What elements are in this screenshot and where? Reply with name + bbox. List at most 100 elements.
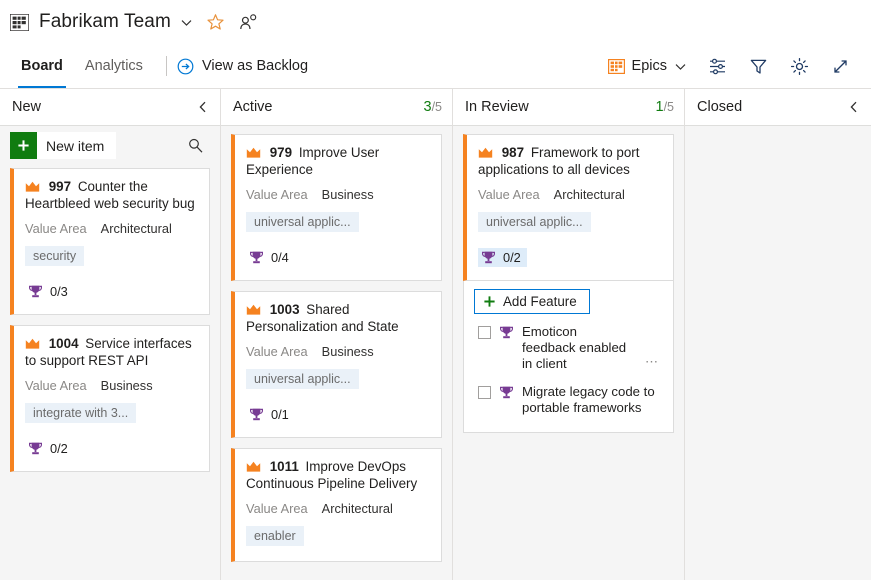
tab-analytics[interactable]: Analytics	[74, 44, 154, 88]
child-feature-title: Emoticon feedback enabled in client	[522, 324, 633, 372]
filter-button[interactable]	[738, 44, 779, 88]
child-items-count-label: 0/3	[50, 284, 68, 299]
child-features-panel: Add Feature Emoticon feedback enabled in…	[463, 281, 674, 433]
child-items-count[interactable]: 0/2	[25, 439, 74, 458]
view-options-button[interactable]	[697, 44, 738, 88]
chevron-left-icon[interactable]	[196, 100, 210, 114]
feature-trophy-icon	[249, 250, 264, 265]
card-title: 1004 Service interfaces to support REST …	[25, 335, 198, 369]
child-items-count[interactable]: 0/3	[25, 282, 74, 301]
feature-trophy-icon	[249, 407, 264, 422]
tag-chip[interactable]: integrate with 3...	[25, 403, 136, 423]
toolbar-divider	[166, 56, 167, 76]
feature-checkbox[interactable]	[478, 386, 491, 399]
fullscreen-button[interactable]	[820, 44, 861, 88]
wip-current: 3	[423, 99, 431, 115]
tag-chip[interactable]: security	[25, 246, 84, 266]
feature-trophy-icon	[28, 284, 43, 299]
column-body-in-review: 987 Framework to port applications to al…	[453, 125, 684, 580]
kanban-board: New New item	[0, 89, 871, 580]
epics-selector[interactable]: Epics	[598, 44, 697, 88]
feature-trophy-icon	[499, 385, 514, 400]
field-value[interactable]: Business	[322, 187, 374, 202]
chevron-down-icon	[674, 60, 687, 73]
field-value[interactable]: Architectural	[554, 187, 625, 202]
wip-current: 1	[655, 99, 663, 115]
chevron-down-icon[interactable]	[180, 16, 193, 29]
card-id: 1004	[49, 336, 79, 351]
child-items-count-label: 0/4	[271, 250, 289, 265]
card-title: 979 Improve User Experience	[246, 144, 430, 178]
filter-funnel-icon	[749, 57, 768, 76]
child-items-count[interactable]: 0/4	[246, 248, 295, 267]
favorite-star-icon[interactable]	[206, 13, 225, 32]
card-field-row: Value Area Business	[246, 344, 430, 359]
column-header-closed: Closed	[685, 89, 871, 125]
child-items-count-label: 0/2	[503, 250, 521, 265]
view-as-backlog-link[interactable]: View as Backlog	[177, 44, 308, 88]
view-as-backlog-label: View as Backlog	[202, 58, 308, 74]
child-items-count[interactable]: 0/1	[246, 405, 295, 424]
tag-chip[interactable]: universal applic...	[246, 212, 359, 232]
field-label: Value Area	[246, 344, 308, 359]
card-id: 1011	[270, 459, 299, 474]
enter-fullscreen-icon	[831, 57, 850, 76]
board-column-new: New New item	[0, 89, 220, 580]
arrow-right-circle-icon	[177, 58, 194, 75]
child-items-count[interactable]: 0/2	[478, 248, 527, 267]
feature-checkbox[interactable]	[478, 326, 491, 339]
wip-limit: /5	[432, 100, 442, 114]
settings-button[interactable]	[779, 44, 820, 88]
card-title: 1003 Shared Personalization and State	[246, 301, 430, 335]
more-actions-icon[interactable]: ⋯	[641, 354, 661, 372]
board-column-active: Active 3/5 979 Improve User Experience	[220, 89, 452, 580]
tag-chip[interactable]: enabler	[246, 526, 304, 546]
column-header-active: Active 3/5	[221, 89, 452, 125]
chevron-left-icon[interactable]	[847, 100, 861, 114]
column-header-in-review: In Review 1/5	[453, 89, 684, 125]
team-grid-icon	[10, 14, 29, 31]
tab-board[interactable]: Board	[10, 44, 74, 88]
field-value[interactable]: Business	[322, 344, 374, 359]
work-item-card[interactable]: 1011 Improve DevOps Continuous Pipeline …	[231, 448, 442, 562]
card-field-row: Value Area Architectural	[478, 187, 662, 202]
epic-crown-icon	[246, 461, 261, 473]
epic-crown-icon	[25, 338, 40, 350]
work-item-card[interactable]: 997 Counter the Heartbleed web security …	[10, 168, 210, 315]
work-item-card[interactable]: 987 Framework to port applications to al…	[463, 134, 674, 281]
card-field-row: Value Area Business	[25, 378, 198, 393]
child-items-count-label: 0/1	[271, 407, 289, 422]
work-item-card[interactable]: 1003 Shared Personalization and State Va…	[231, 291, 442, 438]
card-tags: security	[25, 246, 198, 271]
work-item-card[interactable]: 1004 Service interfaces to support REST …	[10, 325, 210, 472]
page-header: Fabrikam Team	[0, 0, 871, 44]
field-value[interactable]: Architectural	[322, 501, 393, 516]
field-value[interactable]: Business	[101, 378, 153, 393]
child-feature-title: Migrate legacy code to portable framewor…	[522, 384, 661, 416]
cmdbar-spacer	[308, 44, 597, 88]
field-label: Value Area	[478, 187, 540, 202]
card-field-row: Value Area Architectural	[246, 501, 430, 516]
tag-chip[interactable]: universal applic...	[478, 212, 591, 232]
card-id: 987	[502, 145, 524, 160]
view-options-icon	[708, 57, 727, 76]
column-body-closed	[685, 125, 871, 580]
child-feature-item[interactable]: Emoticon feedback enabled in client ⋯	[474, 318, 663, 378]
plus-icon	[10, 132, 37, 159]
field-value[interactable]: Architectural	[101, 221, 172, 236]
team-members-icon[interactable]	[239, 13, 258, 32]
new-item-label: New item	[46, 138, 104, 154]
new-item-row: New item	[10, 132, 210, 159]
search-icon[interactable]	[187, 137, 210, 154]
field-label: Value Area	[246, 187, 308, 202]
work-item-card[interactable]: 979 Improve User Experience Value Area B…	[231, 134, 442, 281]
team-name[interactable]: Fabrikam Team	[39, 11, 171, 33]
column-title: In Review	[465, 99, 529, 115]
child-feature-item[interactable]: Migrate legacy code to portable framewor…	[474, 378, 663, 422]
add-feature-button[interactable]: Add Feature	[474, 289, 590, 314]
card-title-text: Shared Personalization and State	[246, 302, 399, 334]
new-item-button[interactable]: New item	[10, 132, 116, 159]
tag-chip[interactable]: universal applic...	[246, 369, 359, 389]
wip-limit: /5	[664, 100, 674, 114]
wip-limit-indicator: 1/5	[655, 99, 674, 115]
